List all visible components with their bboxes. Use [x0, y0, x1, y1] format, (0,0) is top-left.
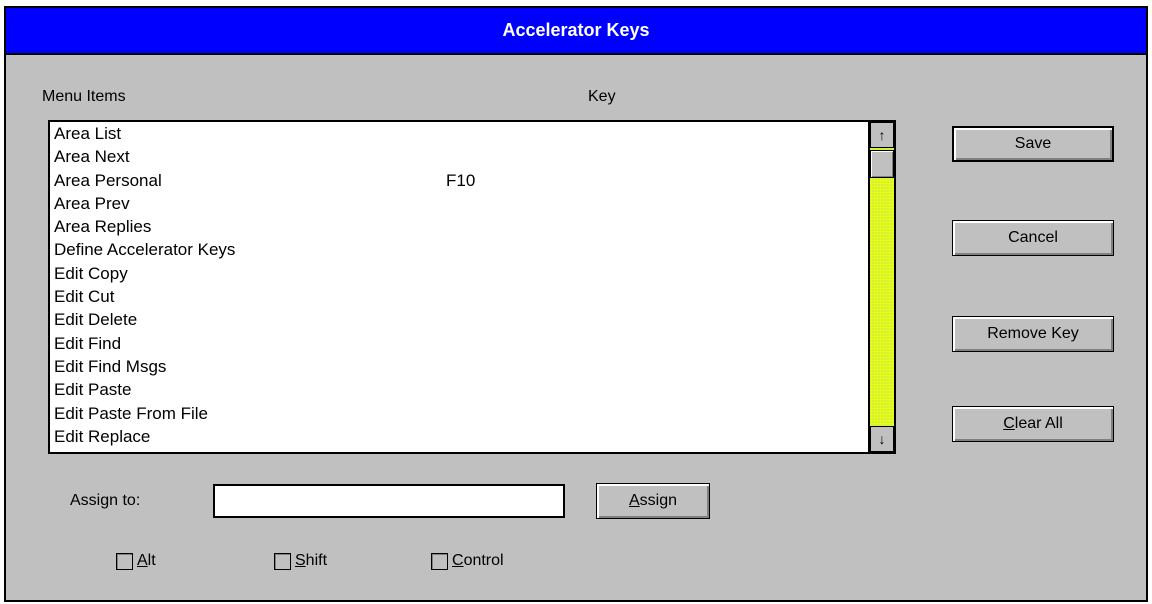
list-item[interactable]: Edit Delete — [50, 308, 870, 331]
list-item[interactable]: Area Replies — [50, 215, 870, 238]
list-item[interactable]: Define Accelerator Keys — [50, 238, 870, 261]
control-checkbox[interactable]: Control — [431, 552, 504, 570]
assign-button[interactable]: Assign — [596, 483, 710, 519]
menu-items-list[interactable]: Area List Area Next Area Personal F10 Area P… — [48, 120, 896, 454]
accelerator-keys-dialog: Accelerator Keys Menu Items Key Area Lis… — [4, 6, 1148, 602]
menu-item-label: Area List — [54, 124, 122, 143]
list-item[interactable]: Edit Paste — [50, 378, 870, 401]
list-item[interactable]: Edit Paste From File — [50, 402, 870, 425]
assign-rest: ssign — [639, 492, 678, 509]
key-header: Key — [588, 88, 616, 105]
menu-item-label: Edit Find — [54, 333, 122, 353]
shift-checkbox-box[interactable] — [274, 552, 291, 570]
scroll-down-button[interactable]: ↓ — [870, 426, 894, 452]
menu-item-label: Define Accelerator Keys — [54, 240, 236, 260]
control-checkbox-box[interactable] — [431, 552, 448, 570]
alt-mnemonic: A — [137, 552, 148, 569]
list-item[interactable]: Area Prev — [50, 192, 870, 215]
menu-item-label: Area Prev — [54, 193, 130, 213]
save-button-label: Save — [1014, 135, 1052, 152]
menu-item-label: Edit Paste — [54, 380, 132, 400]
cancel-button-label: Cancel — [1008, 229, 1058, 246]
alt-checkbox-box[interactable] — [116, 552, 133, 570]
menu-item-label: Area Next — [54, 147, 130, 167]
control-checkbox-label: Control — [452, 552, 504, 570]
list-item[interactable]: Edit Find Msgs — [50, 355, 870, 378]
scroll-thumb[interactable] — [870, 150, 894, 178]
arrow-down-icon: ↓ — [878, 431, 886, 447]
cancel-button[interactable]: Cancel — [952, 220, 1114, 256]
clear-all-mnemonic: C — [1003, 415, 1015, 432]
menu-item-label: Edit Delete — [54, 310, 138, 330]
assign-mnemonic: A — [628, 492, 640, 509]
alt-rest: lt — [147, 552, 156, 569]
scroll-up-button[interactable]: ↑ — [870, 122, 894, 148]
list-item[interactable]: Edit Replace — [50, 425, 870, 448]
menu-items-header: Menu Items — [42, 88, 126, 105]
control-mnemonic: C — [452, 552, 464, 569]
list-item[interactable]: Area List — [50, 122, 870, 145]
assign-to-input[interactable] — [213, 484, 565, 518]
list-rows: Area List Area Next Area Personal F10 Area P… — [50, 122, 870, 448]
menu-item-label: Edit Cut — [54, 287, 115, 307]
assign-to-label: Assign to: — [70, 492, 141, 509]
window-title: Accelerator Keys — [502, 20, 650, 40]
menu-item-label: Area Replies — [54, 217, 152, 237]
menu-item-label: Edit Copy — [54, 263, 128, 283]
shift-mnemonic: S — [295, 552, 306, 569]
alt-checkbox[interactable]: Alt — [116, 552, 156, 570]
list-item[interactable]: Edit Find — [50, 332, 870, 355]
list-item[interactable]: Edit Copy — [50, 262, 870, 285]
clear-all-rest: lear All — [1014, 415, 1063, 432]
list-item[interactable]: Area Personal F10 — [50, 169, 870, 192]
assign-button-label: Assign — [629, 492, 677, 510]
save-button[interactable]: Save — [952, 126, 1114, 162]
remove-key-button[interactable]: Remove Key — [952, 316, 1114, 352]
menu-item-label: Area Personal — [54, 170, 162, 190]
menu-item-label: Edit Replace — [54, 426, 151, 446]
remove-key-button-label: Remove Key — [987, 325, 1079, 342]
control-rest: ontrol — [463, 552, 504, 569]
alt-checkbox-label: Alt — [137, 552, 156, 570]
menu-item-label: Edit Paste From File — [54, 403, 208, 423]
list-item[interactable]: Area Next — [50, 145, 870, 168]
menu-item-label: Edit Find Msgs — [54, 356, 167, 376]
shift-rest: hift — [305, 552, 328, 569]
shift-checkbox-label: Shift — [295, 552, 327, 570]
list-item[interactable]: Edit Cut — [50, 285, 870, 308]
shift-checkbox[interactable]: Shift — [274, 552, 327, 570]
vertical-scrollbar[interactable]: ↑ ↓ — [868, 122, 894, 452]
clear-all-button-label: Clear All — [1003, 415, 1063, 433]
arrow-up-icon: ↑ — [878, 127, 886, 143]
title-bar[interactable]: Accelerator Keys — [6, 8, 1146, 55]
clear-all-button[interactable]: Clear All — [952, 406, 1114, 442]
menu-item-key: F10 — [446, 170, 476, 190]
